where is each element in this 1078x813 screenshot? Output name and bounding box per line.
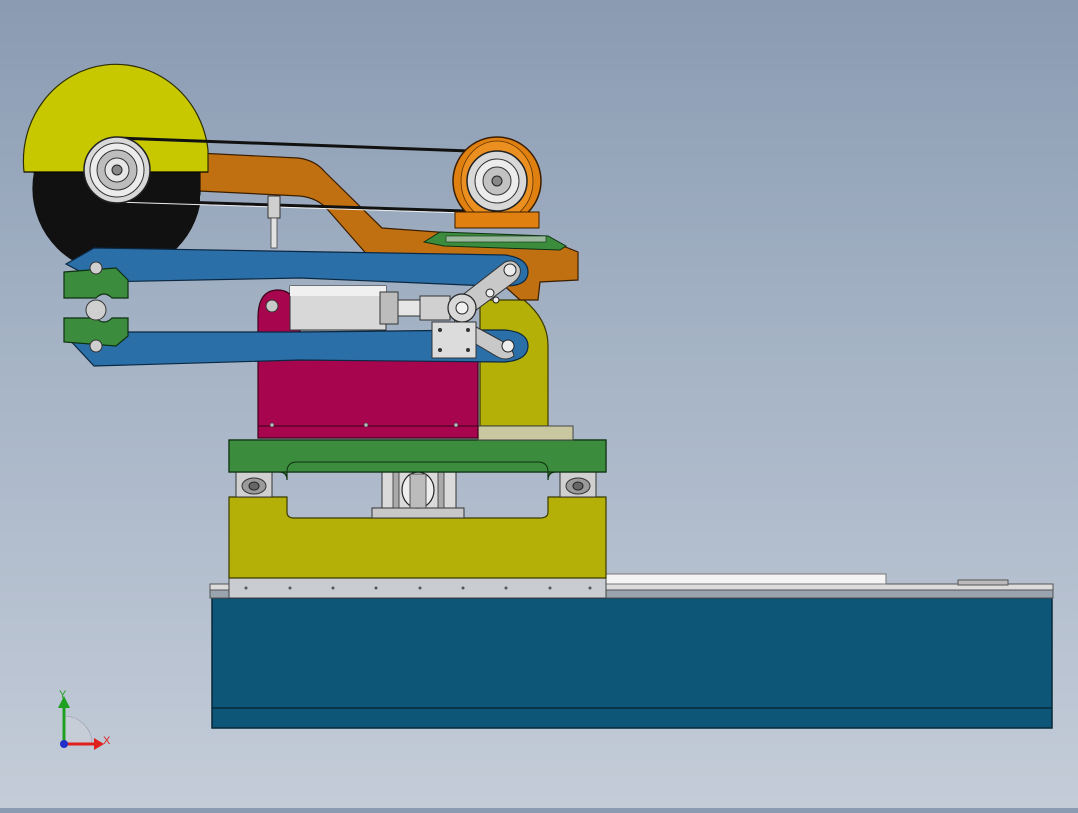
support-column bbox=[477, 299, 574, 441]
disc-pulley bbox=[83, 136, 151, 204]
jaw-pivot-pin bbox=[85, 299, 107, 321]
guide-roller-right bbox=[559, 471, 597, 498]
x-axis-label: X bbox=[103, 735, 111, 747]
cad-viewport[interactable]: Y X bbox=[0, 0, 1078, 808]
pneumatic-cylinder bbox=[289, 285, 451, 331]
clamp-arm-upper bbox=[64, 247, 529, 287]
coordinate-triad[interactable]: Y X bbox=[58, 689, 111, 750]
tension-rod bbox=[267, 195, 281, 249]
center-bearing-unit bbox=[371, 465, 465, 519]
y-axis-label: Y bbox=[59, 689, 67, 701]
motor-pulley bbox=[452, 136, 542, 229]
assembly-drawing: Y X bbox=[22, 63, 1054, 750]
triad-quadrant bbox=[63, 715, 93, 745]
z-axis-dot bbox=[60, 740, 68, 748]
slider-rail-plate bbox=[228, 577, 607, 599]
guide-roller-left bbox=[235, 471, 273, 498]
